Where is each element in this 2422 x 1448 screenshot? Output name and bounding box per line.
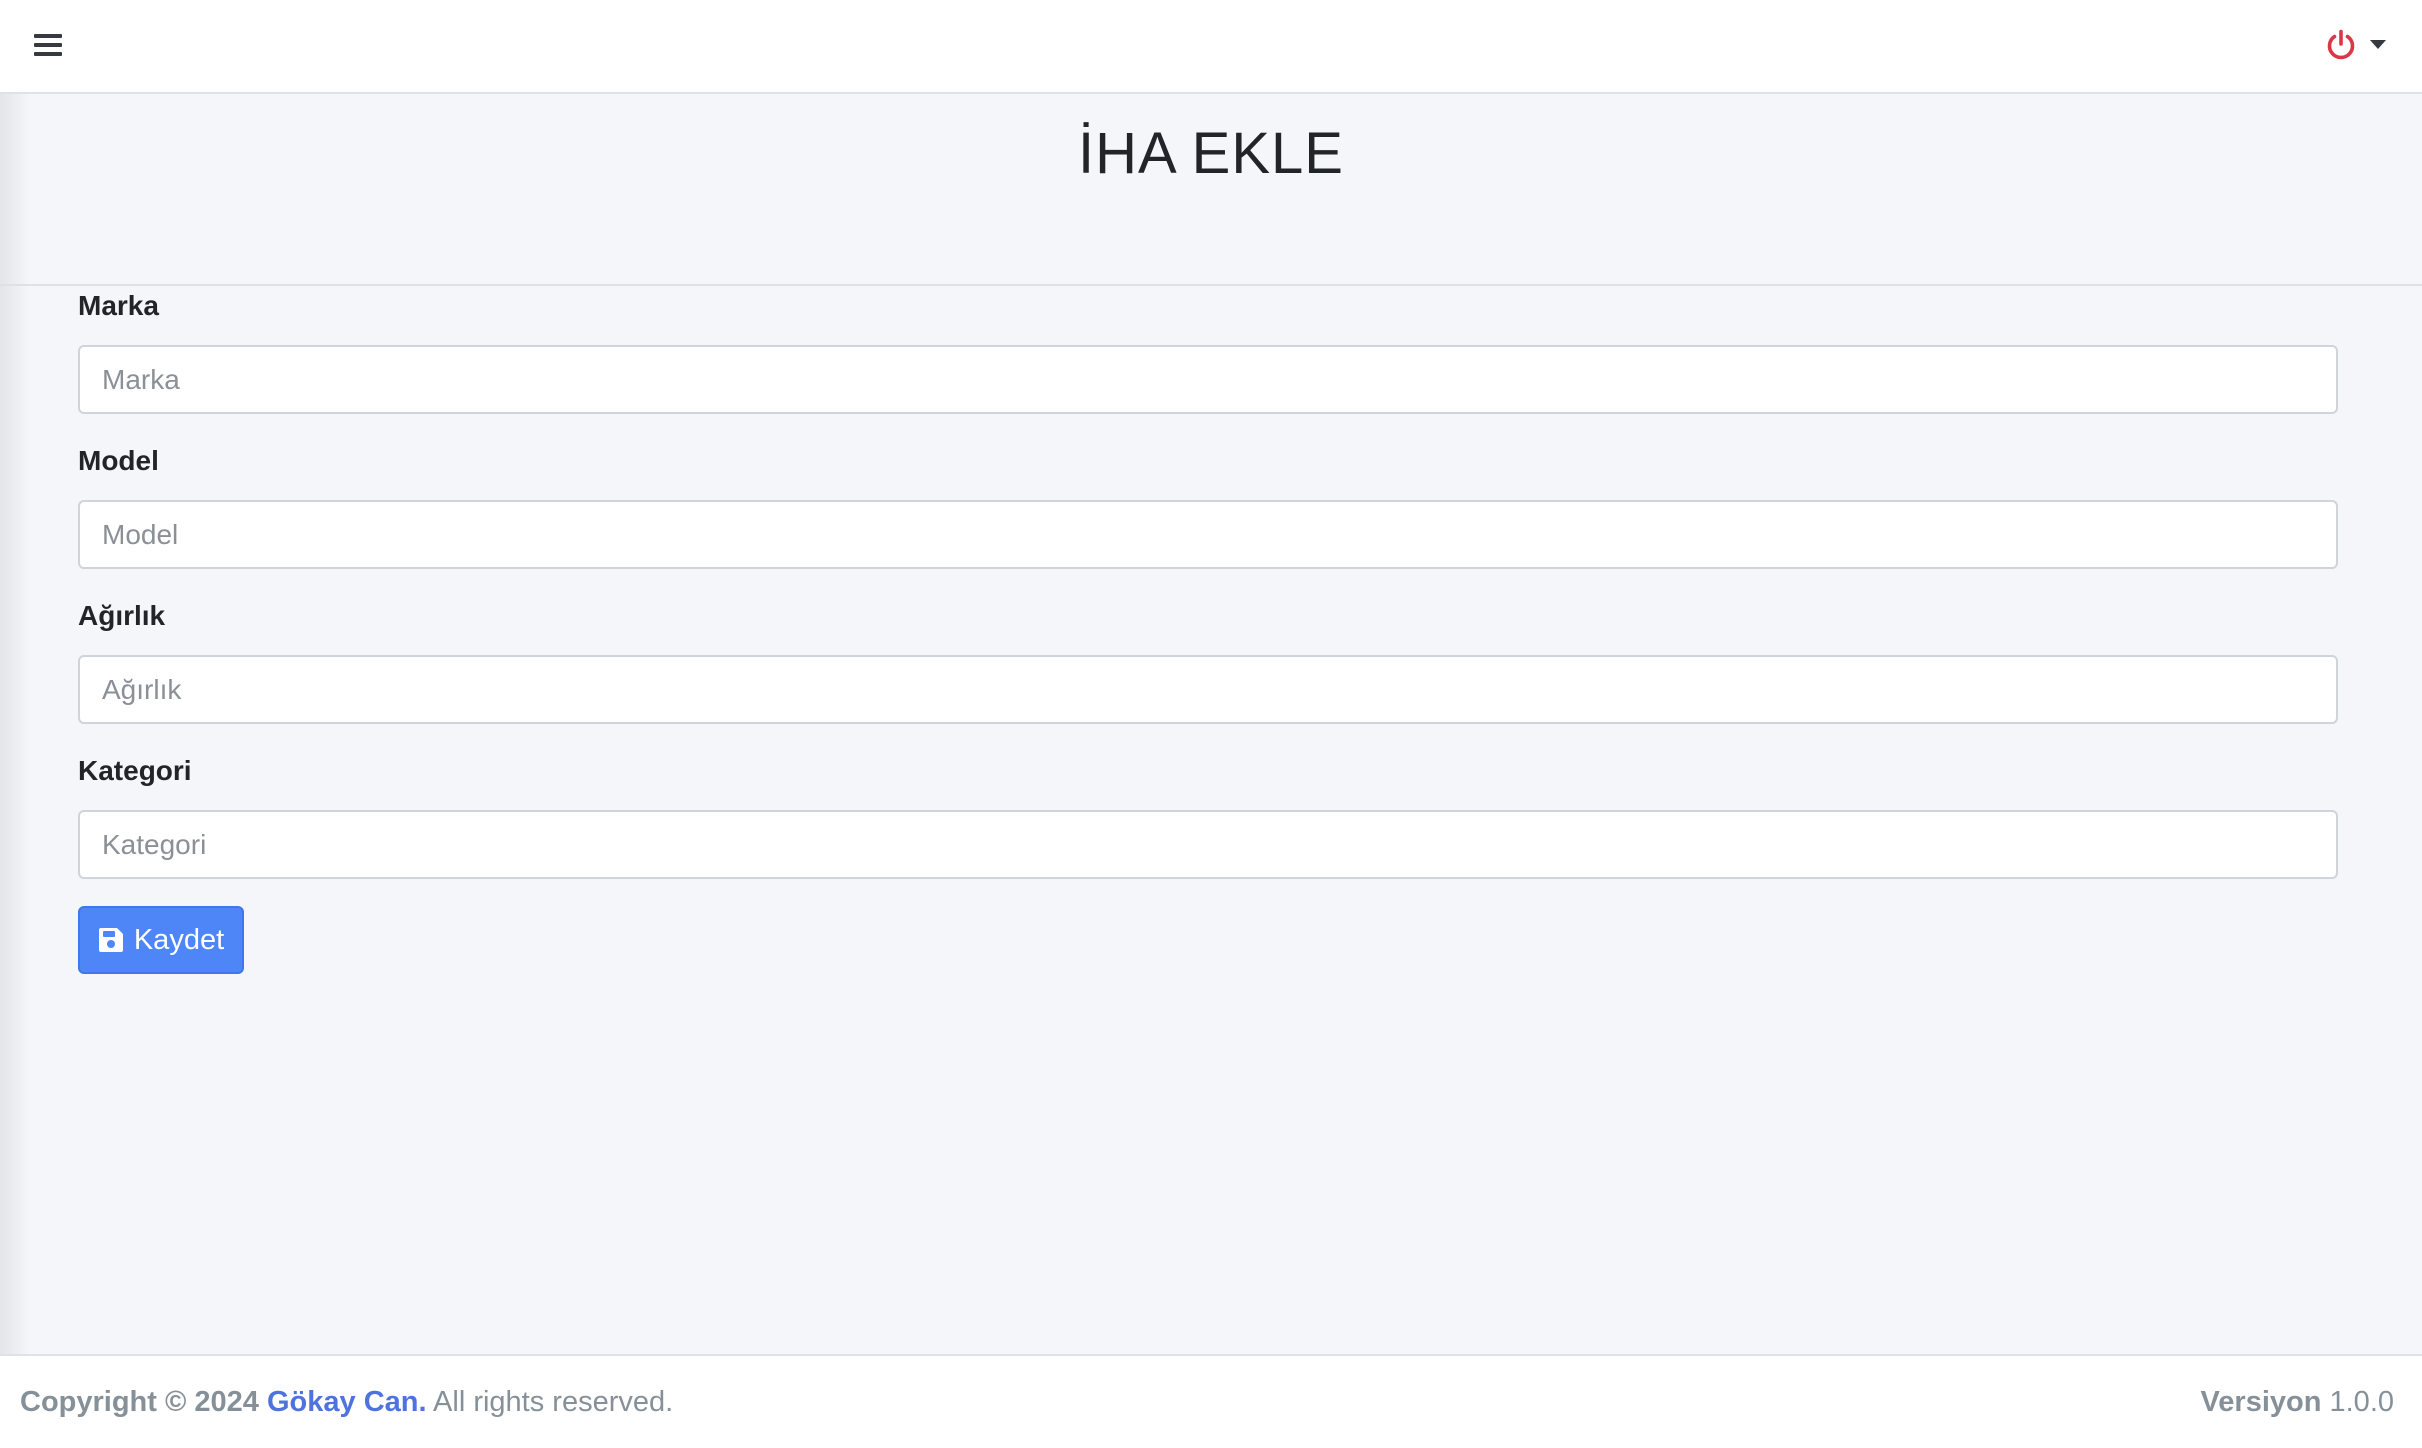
footer-copyright: Copyright © 2024 Gökay Can. All rights r… — [20, 1386, 673, 1419]
version-label: Versiyon — [2200, 1386, 2322, 1418]
model-label: Model — [78, 445, 159, 476]
kategori-label: Kategori — [78, 755, 192, 786]
copyright-prefix: Copyright © 2024 — [20, 1386, 259, 1418]
marka-input[interactable] — [78, 345, 2338, 414]
page-footer: Copyright © 2024 Gökay Can. All rights r… — [0, 1354, 2422, 1448]
caret-down-icon — [2370, 40, 2386, 49]
add-uav-form: Marka Model Ağırlık Kategori — [78, 290, 2338, 910]
power-icon — [2327, 29, 2355, 60]
save-button[interactable]: Kaydet — [78, 906, 244, 974]
agirlik-input[interactable] — [78, 655, 2338, 724]
version-value: 1.0.0 — [2329, 1386, 2395, 1418]
agirlik-label: Ağırlık — [78, 600, 166, 631]
footer-version: Versiyon 1.0.0 — [2201, 1386, 2394, 1419]
form-group-agirlik: Ağırlık — [78, 600, 2338, 755]
user-power-dropdown[interactable] — [2322, 24, 2392, 64]
author-link[interactable]: Gökay Can. — [267, 1386, 427, 1418]
page-title: İHA EKLE — [1078, 121, 1344, 186]
form-group-marka: Marka — [78, 290, 2338, 445]
content-header: İHA EKLE — [0, 96, 2422, 286]
hamburger-icon[interactable] — [34, 33, 62, 57]
save-icon — [98, 928, 123, 952]
form-group-model: Model — [78, 445, 2338, 600]
save-button-label: Kaydet — [133, 923, 225, 956]
marka-label: Marka — [78, 290, 159, 321]
model-input[interactable] — [78, 500, 2338, 569]
form-group-kategori: Kategori — [78, 755, 2338, 910]
kategori-input[interactable] — [78, 810, 2338, 879]
rights-text: All rights reserved. — [433, 1386, 674, 1418]
top-navbar — [0, 0, 2422, 94]
